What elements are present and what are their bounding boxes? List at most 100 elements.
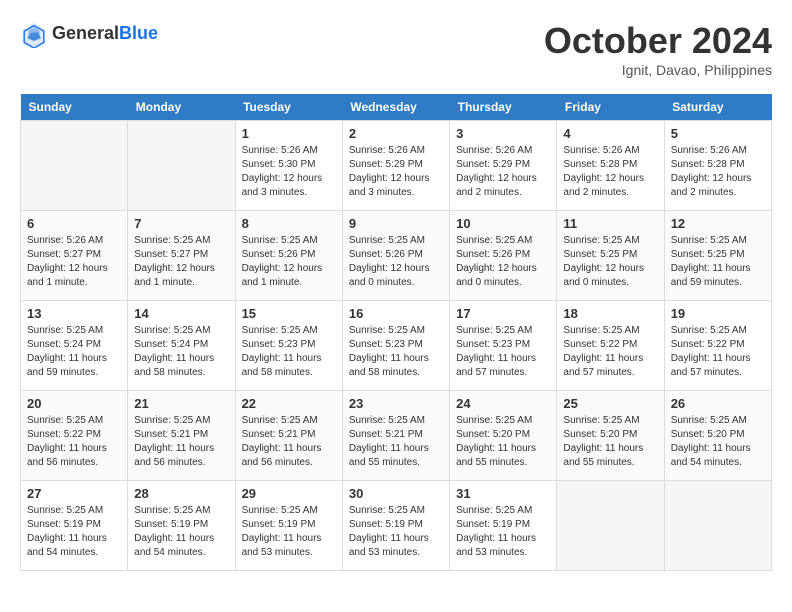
day-number: 4	[563, 126, 657, 141]
calendar-cell: 1 Sunrise: 5:26 AMSunset: 5:30 PMDaylight…	[235, 121, 342, 211]
cell-info: Sunrise: 5:26 AMSunset: 5:30 PMDaylight:…	[242, 144, 336, 200]
calendar-cell: 10 Sunrise: 5:25 AMSunset: 5:26 PMDayligh…	[450, 211, 557, 301]
col-thursday: Thursday	[450, 94, 557, 121]
cell-info: Sunrise: 5:25 AMSunset: 5:20 PMDaylight:…	[671, 414, 765, 470]
day-number: 20	[27, 396, 121, 411]
cell-info: Sunrise: 5:25 AMSunset: 5:22 PMDaylight:…	[563, 324, 657, 380]
day-number: 13	[27, 306, 121, 321]
calendar-cell: 3 Sunrise: 5:26 AMSunset: 5:29 PMDaylight…	[450, 121, 557, 211]
day-number: 9	[349, 216, 443, 231]
day-number: 29	[242, 486, 336, 501]
calendar-cell: 23 Sunrise: 5:25 AMSunset: 5:21 PMDayligh…	[342, 391, 449, 481]
calendar-cell: 21 Sunrise: 5:25 AMSunset: 5:21 PMDayligh…	[128, 391, 235, 481]
calendar-table: Sunday Monday Tuesday Wednesday Thursday…	[20, 94, 772, 571]
cell-info: Sunrise: 5:25 AMSunset: 5:20 PMDaylight:…	[456, 414, 550, 470]
month-title: October 2024	[544, 20, 772, 62]
col-friday: Friday	[557, 94, 664, 121]
day-number: 18	[563, 306, 657, 321]
calendar-cell: 17 Sunrise: 5:25 AMSunset: 5:23 PMDayligh…	[450, 301, 557, 391]
cell-info: Sunrise: 5:26 AMSunset: 5:29 PMDaylight:…	[349, 144, 443, 200]
cell-info: Sunrise: 5:25 AMSunset: 5:21 PMDaylight:…	[134, 414, 228, 470]
calendar-header-row: Sunday Monday Tuesday Wednesday Thursday…	[21, 94, 772, 121]
calendar-cell: 12 Sunrise: 5:25 AMSunset: 5:25 PMDayligh…	[664, 211, 771, 301]
calendar-cell: 27 Sunrise: 5:25 AMSunset: 5:19 PMDayligh…	[21, 481, 128, 571]
calendar-week-row: 20Sunrise: 5:25 AMSunset: 5:22 PMDayligh…	[21, 391, 772, 481]
day-number: 21	[134, 396, 228, 411]
day-number: 22	[242, 396, 336, 411]
cell-info: Sunrise: 5:25 AMSunset: 5:25 PMDaylight:…	[563, 234, 657, 290]
day-number: 7	[134, 216, 228, 231]
col-saturday: Saturday	[664, 94, 771, 121]
cell-info: Sunrise: 5:25 AMSunset: 5:26 PMDaylight:…	[349, 234, 443, 290]
calendar-cell: 14 Sunrise: 5:25 AMSunset: 5:24 PMDayligh…	[128, 301, 235, 391]
title-section: October 2024 Ignit, Davao, Philippines	[544, 20, 772, 78]
day-number: 26	[671, 396, 765, 411]
calendar-cell	[664, 481, 771, 571]
day-number: 8	[242, 216, 336, 231]
cell-info: Sunrise: 5:25 AMSunset: 5:21 PMDaylight:…	[242, 414, 336, 470]
cell-info: Sunrise: 5:25 AMSunset: 5:19 PMDaylight:…	[134, 504, 228, 560]
calendar-week-row: 13 Sunrise: 5:25 AMSunset: 5:24 PMDayligh…	[21, 301, 772, 391]
col-monday: Monday	[128, 94, 235, 121]
day-number: 2	[349, 126, 443, 141]
cell-info: Sunrise: 5:25 AMSunset: 5:23 PMDaylight:…	[349, 324, 443, 380]
cell-info: Sunrise: 5:25 AMSunset: 5:25 PMDaylight:…	[671, 234, 765, 290]
day-number: 3	[456, 126, 550, 141]
cell-info: Sunrise: 5:25 AMSunset: 5:19 PMDaylight:…	[456, 504, 550, 560]
calendar-cell: 24 Sunrise: 5:25 AMSunset: 5:20 PMDayligh…	[450, 391, 557, 481]
calendar-cell: 2 Sunrise: 5:26 AMSunset: 5:29 PMDaylight…	[342, 121, 449, 211]
calendar-cell: 28 Sunrise: 5:25 AMSunset: 5:19 PMDayligh…	[128, 481, 235, 571]
calendar-cell: 31 Sunrise: 5:25 AMSunset: 5:19 PMDayligh…	[450, 481, 557, 571]
location-subtitle: Ignit, Davao, Philippines	[544, 62, 772, 78]
cell-info: Sunrise: 5:25 AMSunset: 5:27 PMDaylight:…	[134, 234, 228, 290]
cell-info: Sunrise: 5:25 AMSunset: 5:26 PMDaylight:…	[242, 234, 336, 290]
day-number: 31	[456, 486, 550, 501]
cell-info: Sunrise: 5:26 AMSunset: 5:27 PMDaylight:…	[27, 234, 121, 290]
col-wednesday: Wednesday	[342, 94, 449, 121]
calendar-cell: 11 Sunrise: 5:25 AMSunset: 5:25 PMDayligh…	[557, 211, 664, 301]
calendar-week-row: 6 Sunrise: 5:26 AMSunset: 5:27 PMDaylight…	[21, 211, 772, 301]
cell-info: Sunrise: 5:25 AMSunset: 5:20 PMDaylight:…	[563, 414, 657, 470]
calendar-cell: 8 Sunrise: 5:25 AMSunset: 5:26 PMDaylight…	[235, 211, 342, 301]
cell-info: Sunrise: 5:25 AMSunset: 5:23 PMDaylight:…	[456, 324, 550, 380]
logo: GeneralBlue	[20, 20, 158, 48]
day-number: 27	[27, 486, 121, 501]
calendar-cell: 29 Sunrise: 5:25 AMSunset: 5:19 PMDayligh…	[235, 481, 342, 571]
page-header: GeneralBlue October 2024 Ignit, Davao, P…	[20, 20, 772, 78]
day-number: 5	[671, 126, 765, 141]
cell-info: Sunrise: 5:25 AMSunset: 5:24 PMDaylight:…	[134, 324, 228, 380]
cell-info: Sunrise: 5:25 AMSunset: 5:19 PMDaylight:…	[27, 504, 121, 560]
day-number: 11	[563, 216, 657, 231]
day-number: 19	[671, 306, 765, 321]
calendar-cell: 6 Sunrise: 5:26 AMSunset: 5:27 PMDaylight…	[21, 211, 128, 301]
calendar-cell: 30Sunrise: 5:25 AMSunset: 5:19 PMDayligh…	[342, 481, 449, 571]
calendar-cell: 7 Sunrise: 5:25 AMSunset: 5:27 PMDaylight…	[128, 211, 235, 301]
cell-info: Sunrise: 5:25 AMSunset: 5:21 PMDaylight:…	[349, 414, 443, 470]
day-number: 28	[134, 486, 228, 501]
calendar-cell	[128, 121, 235, 211]
day-number: 23	[349, 396, 443, 411]
day-number: 25	[563, 396, 657, 411]
calendar-cell	[21, 121, 128, 211]
cell-info: Sunrise: 5:26 AMSunset: 5:29 PMDaylight:…	[456, 144, 550, 200]
cell-info: Sunrise: 5:25 AMSunset: 5:23 PMDaylight:…	[242, 324, 336, 380]
day-number: 12	[671, 216, 765, 231]
calendar-cell: 16 Sunrise: 5:25 AMSunset: 5:23 PMDayligh…	[342, 301, 449, 391]
day-number: 24	[456, 396, 550, 411]
day-number: 16	[349, 306, 443, 321]
calendar-cell	[557, 481, 664, 571]
day-number: 30	[349, 486, 443, 501]
cell-info: Sunrise: 5:25 AMSunset: 5:19 PMDaylight:…	[242, 504, 336, 560]
cell-info: Sunrise: 5:25 AMSunset: 5:22 PMDaylight:…	[671, 324, 765, 380]
cell-info: Sunrise: 5:25 AMSunset: 5:26 PMDaylight:…	[456, 234, 550, 290]
day-number: 1	[242, 126, 336, 141]
day-number: 15	[242, 306, 336, 321]
calendar-cell: 15 Sunrise: 5:25 AMSunset: 5:23 PMDayligh…	[235, 301, 342, 391]
col-sunday: Sunday	[21, 94, 128, 121]
day-number: 10	[456, 216, 550, 231]
logo-icon	[20, 20, 48, 48]
cell-info: Sunrise: 5:25 AMSunset: 5:24 PMDaylight:…	[27, 324, 121, 380]
day-number: 17	[456, 306, 550, 321]
day-number: 6	[27, 216, 121, 231]
day-number: 14	[134, 306, 228, 321]
